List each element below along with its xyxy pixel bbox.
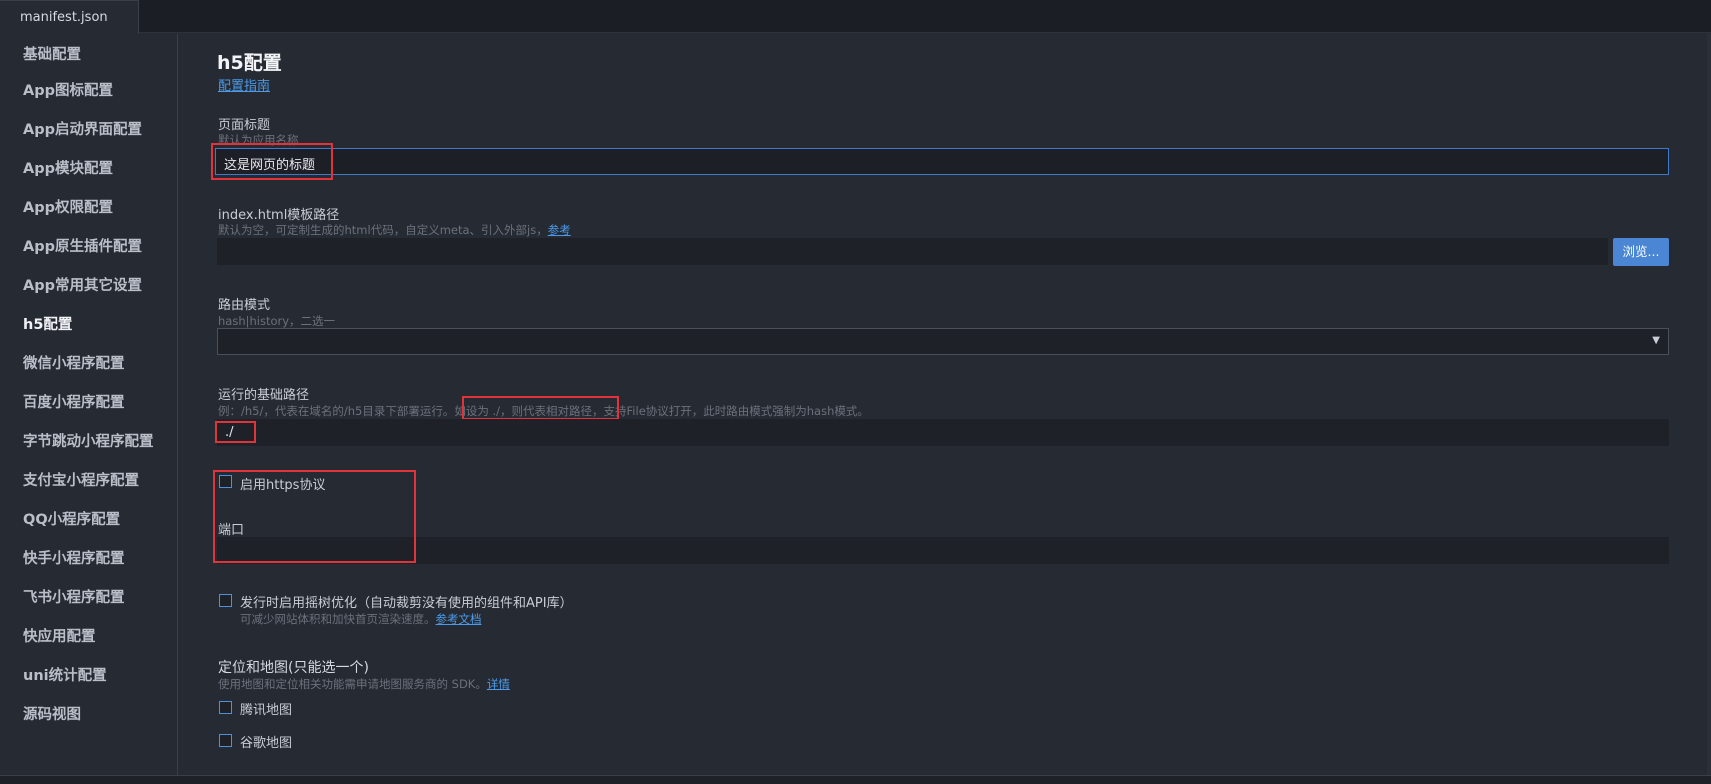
map-hint-text: 使用地图和定位相关功能需申请地图服务商的 SDK。 <box>218 677 487 691</box>
sidebar-item-app-native-plugins[interactable]: App原生插件配置 <box>23 235 142 256</box>
treeshake-label: 发行时启用摇树优化（自动裁剪没有使用的组件和API库） <box>240 596 573 611</box>
browse-button[interactable]: 浏览... <box>1613 238 1669 266</box>
sidebar-item-feishu[interactable]: 飞书小程序配置 <box>23 586 125 607</box>
google-map-label: 谷歌地图 <box>240 736 293 751</box>
sidebar-item-h5[interactable]: h5配置 <box>23 313 72 334</box>
sidebar-item-toutiao[interactable]: 字节跳动小程序配置 <box>23 430 154 451</box>
tab-bar: manifest.json <box>0 0 1711 34</box>
sidebar-item-baidu[interactable]: 百度小程序配置 <box>23 391 125 412</box>
sidebar-item-basic[interactable]: 基础配置 <box>23 43 81 64</box>
highlight-box-base-path <box>215 421 256 443</box>
sidebar-item-kuaishou[interactable]: 快手小程序配置 <box>23 547 125 568</box>
router-mode-select[interactable]: ▼ <box>217 328 1669 355</box>
template-label: index.html模板路径 <box>218 208 340 223</box>
sidebar-item-app-other-settings[interactable]: App常用其它设置 <box>23 274 142 295</box>
template-reference-link[interactable]: 参考 <box>548 223 571 237</box>
tencent-map-checkbox[interactable] <box>219 701 232 714</box>
highlight-box-relative-path <box>462 396 619 420</box>
sidebar-item-source-view[interactable]: 源码视图 <box>23 703 81 724</box>
sidebar-item-app-icon[interactable]: App图标配置 <box>23 79 113 100</box>
port-input[interactable] <box>217 537 1669 564</box>
status-strip <box>0 775 1711 784</box>
page-title-label: 页面标题 <box>218 118 271 133</box>
router-hint: hash|history，二选一 <box>218 314 336 328</box>
sidebar-item-uni-stat[interactable]: uni统计配置 <box>23 664 107 685</box>
highlight-box-title <box>211 143 333 180</box>
sidebar-item-app-modules[interactable]: App模块配置 <box>23 157 113 178</box>
scrollbar[interactable] <box>1707 34 1711 775</box>
map-hint: 使用地图和定位相关功能需申请地图服务商的 SDK。详情 <box>218 676 510 692</box>
template-hint-text: 默认为空，可定制生成的html代码，自定义meta、引入外部js， <box>218 223 548 237</box>
treeshake-docs-link[interactable]: 参考文档 <box>436 612 482 626</box>
guide-link[interactable]: 配置指南 <box>218 75 270 94</box>
page-title: h5配置 <box>217 52 282 74</box>
sidebar-item-quickapp[interactable]: 快应用配置 <box>23 625 96 646</box>
sidebar-item-qq[interactable]: QQ小程序配置 <box>23 508 120 529</box>
google-map-checkbox[interactable] <box>219 734 232 747</box>
treeshake-hint-text: 可减少网站体积和加快首页渲染速度。 <box>240 612 436 626</box>
map-section-title: 定位和地图(只能选一个) <box>218 660 369 676</box>
sidebar: 基础配置 App图标配置 App启动界面配置 App模块配置 App权限配置 A… <box>0 34 178 775</box>
treeshake-hint: 可减少网站体积和加快首页渲染速度。参考文档 <box>240 611 482 627</box>
sidebar-item-app-splash[interactable]: App启动界面配置 <box>23 118 142 139</box>
template-path-input[interactable] <box>217 238 1608 265</box>
editor-window: manifest.json 基础配置 App图标配置 App启动界面配置 App… <box>0 0 1711 784</box>
highlight-box-https-port <box>213 470 416 563</box>
base-path-input[interactable]: ./ <box>217 419 1669 446</box>
router-label: 路由模式 <box>218 298 271 313</box>
chevron-down-icon: ▼ <box>1652 335 1660 346</box>
sidebar-item-weixin[interactable]: 微信小程序配置 <box>23 352 125 373</box>
template-hint: 默认为空，可定制生成的html代码，自定义meta、引入外部js，参考 <box>218 222 571 238</box>
base-path-hint-a: 例：/h5/，代表在域名的/h5目录下部署运行。 <box>218 404 455 418</box>
map-details-link[interactable]: 详情 <box>487 677 510 691</box>
tencent-map-label: 腾讯地图 <box>240 703 293 718</box>
base-path-hint-c: 支持File协议打开，此时路由模式强制为hash模式。 <box>603 404 869 418</box>
settings-panel: h5配置 配置指南 页面标题 默认为应用名称 这是网页的标题 index.htm… <box>179 34 1711 775</box>
sidebar-item-alipay[interactable]: 支付宝小程序配置 <box>23 469 139 490</box>
tab-manifest-json[interactable]: manifest.json <box>0 0 139 34</box>
sidebar-item-app-permissions[interactable]: App权限配置 <box>23 196 113 217</box>
base-path-label: 运行的基础路径 <box>218 388 310 403</box>
page-title-input[interactable]: 这是网页的标题 <box>215 148 1669 175</box>
treeshake-checkbox[interactable] <box>219 594 232 607</box>
